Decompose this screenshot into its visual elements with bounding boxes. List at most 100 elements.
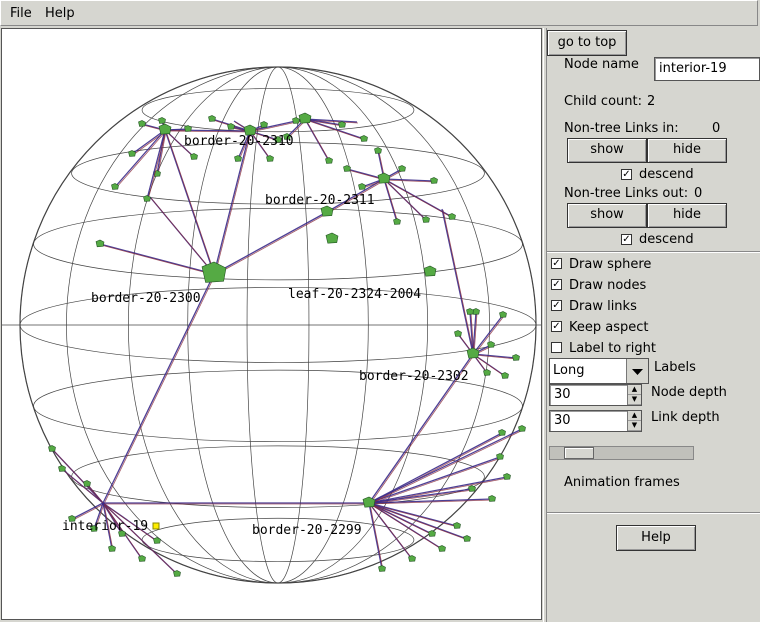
slider-thumb[interactable] bbox=[563, 447, 594, 459]
node-label: interior-19 bbox=[62, 519, 148, 534]
leaf-node bbox=[422, 216, 430, 223]
label-to-right-checkbox[interactable] bbox=[551, 342, 562, 353]
links-in-hide-button[interactable]: hide bbox=[647, 138, 727, 163]
child-count-value: 2 bbox=[647, 94, 656, 109]
leaf-node bbox=[184, 125, 192, 132]
spin-down-icon[interactable]: ▼ bbox=[628, 395, 641, 405]
graph-link bbox=[103, 503, 179, 576]
animation-frames-slider[interactable] bbox=[549, 446, 694, 460]
link-depth-field[interactable]: 30 ▲ ▼ bbox=[549, 410, 642, 432]
keep-aspect-checkbox[interactable]: ✓ bbox=[551, 321, 562, 332]
links-in-label: Non-tree Links in: bbox=[564, 121, 679, 136]
graph-link bbox=[369, 503, 459, 528]
links-in-value: 0 bbox=[712, 121, 721, 136]
leaf-node bbox=[111, 183, 119, 190]
leaf-node bbox=[325, 157, 333, 164]
leaf-node bbox=[448, 213, 456, 220]
leaf-node bbox=[398, 165, 406, 172]
graph-link bbox=[368, 456, 501, 504]
links-in-show-button[interactable]: show bbox=[567, 138, 647, 163]
hub-node bbox=[377, 172, 391, 184]
help-button[interactable]: Help bbox=[616, 525, 696, 551]
selected-node-marker bbox=[152, 522, 160, 530]
leaf-node bbox=[338, 121, 346, 128]
graph-link bbox=[368, 432, 503, 504]
leaf-node bbox=[408, 555, 416, 562]
links-out-hide-button[interactable]: hide bbox=[647, 203, 727, 228]
leaf-node bbox=[454, 330, 462, 337]
leaf-node bbox=[343, 165, 351, 172]
control-panel: go to top Node name interior-19 Child co… bbox=[547, 28, 760, 622]
leaf-node bbox=[512, 354, 520, 361]
leaf-node bbox=[260, 121, 268, 128]
leaf-node bbox=[428, 530, 436, 537]
node-depth-label: Node depth bbox=[651, 385, 727, 400]
links-out-show-button[interactable]: show bbox=[567, 203, 647, 228]
draw-sphere-checkbox[interactable]: ✓ bbox=[551, 258, 562, 269]
node-depth-spinner[interactable]: ▲ ▼ bbox=[627, 385, 641, 405]
node-name-field[interactable]: interior-19 bbox=[654, 57, 760, 81]
go-to-top-button[interactable]: go to top bbox=[547, 30, 627, 56]
graph-link bbox=[369, 503, 384, 571]
leaf-node bbox=[453, 522, 461, 529]
graph-link bbox=[62, 469, 105, 505]
node-depth-value: 30 bbox=[554, 387, 571, 402]
sphere-graph[interactable]: border-20-2310 border-20-2311 border-20-23… bbox=[2, 29, 542, 620]
leaf-node bbox=[483, 369, 491, 376]
leaf-node bbox=[487, 341, 495, 348]
keep-aspect-label: Keep aspect bbox=[569, 320, 649, 335]
node-label: border-20-2299 bbox=[252, 523, 362, 538]
leaf-node bbox=[393, 218, 401, 225]
graph-canvas[interactable]: border-20-2310 border-20-2311 border-20-23… bbox=[1, 28, 542, 620]
leaf-node bbox=[234, 155, 242, 162]
animation-frames-label: Animation frames bbox=[564, 475, 680, 490]
graph-link bbox=[369, 503, 434, 536]
menu-help[interactable]: Help bbox=[45, 6, 75, 21]
spin-up-icon[interactable]: ▲ bbox=[628, 385, 641, 395]
graph-link bbox=[213, 130, 251, 275]
leaf-node bbox=[499, 311, 507, 318]
leaf-node bbox=[227, 123, 235, 130]
leaf-node bbox=[173, 570, 181, 577]
leaf-node bbox=[430, 177, 438, 184]
chevron-down-icon[interactable] bbox=[626, 359, 648, 383]
menu-bar: File Help bbox=[0, 0, 758, 26]
draw-nodes-checkbox[interactable]: ✓ bbox=[551, 279, 562, 290]
descend-in-label: descend bbox=[639, 167, 694, 182]
leaf-node bbox=[358, 183, 366, 190]
spin-down-icon[interactable]: ▼ bbox=[628, 421, 641, 431]
node-label: border-20-2300 bbox=[91, 291, 201, 306]
leaf-node bbox=[498, 429, 506, 436]
spin-up-icon[interactable]: ▲ bbox=[628, 411, 641, 421]
node-label: leaf-20-2324-2004 bbox=[288, 287, 421, 302]
descend-in-checkbox[interactable]: ✓ bbox=[621, 169, 632, 180]
graph-link bbox=[368, 428, 523, 504]
graph-link bbox=[213, 211, 328, 275]
leaf-node bbox=[95, 239, 105, 248]
leaf-node bbox=[360, 135, 368, 142]
link-depth-value: 30 bbox=[554, 413, 571, 428]
leaf-node bbox=[190, 153, 198, 160]
leaf-node bbox=[374, 147, 382, 154]
child-count-label: Child count: bbox=[564, 94, 642, 109]
graph-link bbox=[165, 130, 216, 276]
node-depth-field[interactable]: 30 ▲ ▼ bbox=[549, 384, 642, 406]
leaf-node bbox=[128, 150, 136, 157]
panel-separator bbox=[547, 512, 760, 514]
draw-sphere-label: Draw sphere bbox=[569, 257, 652, 272]
node-label: border-20-2311 bbox=[265, 193, 375, 208]
panel-separator bbox=[547, 251, 760, 253]
graph-link bbox=[87, 484, 105, 505]
descend-out-checkbox[interactable]: ✓ bbox=[621, 234, 632, 245]
node-label: border-20-2302 bbox=[359, 369, 469, 384]
link-depth-spinner[interactable]: ▲ ▼ bbox=[627, 411, 641, 431]
leaf-node bbox=[208, 115, 216, 122]
draw-links-checkbox[interactable]: ✓ bbox=[551, 300, 562, 311]
draw-nodes-label: Draw nodes bbox=[569, 278, 647, 293]
labels-combo[interactable]: Long bbox=[549, 358, 649, 384]
leaf-node bbox=[292, 117, 300, 124]
leaf-node bbox=[158, 117, 166, 124]
leaf-node bbox=[501, 372, 509, 379]
node-name-label: Node name bbox=[564, 57, 639, 72]
menu-file[interactable]: File bbox=[10, 6, 32, 21]
